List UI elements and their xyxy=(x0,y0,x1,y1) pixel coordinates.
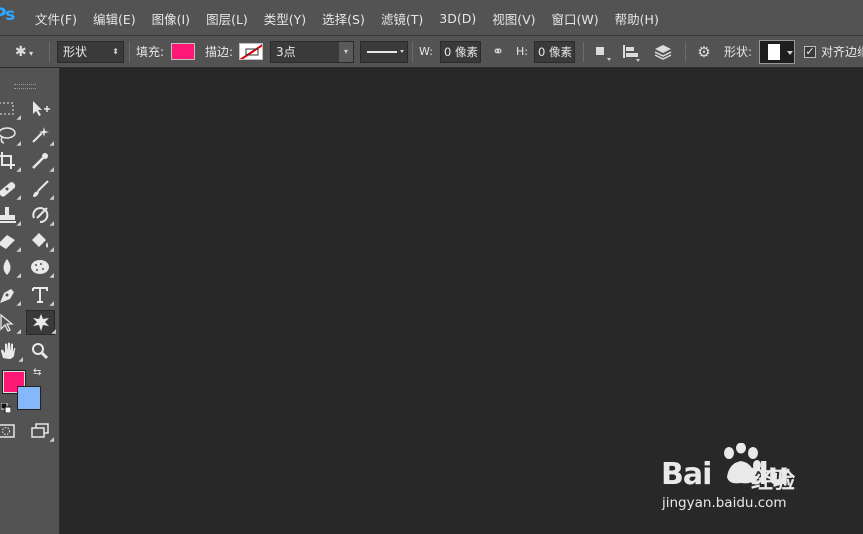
menu-3d[interactable]: 3D(D) xyxy=(439,11,476,26)
quick-mask-icon[interactable] xyxy=(0,420,19,442)
brush-tool-icon[interactable]: ◢ xyxy=(28,178,54,201)
swap-colors-icon[interactable]: ⇆ xyxy=(33,367,41,378)
custom-shape-tool-preset-icon[interactable]: ✱ ▾ xyxy=(8,41,40,63)
shape-picker[interactable] xyxy=(759,40,795,64)
divider xyxy=(583,42,584,62)
menu-filter[interactable]: 滤镜(T) xyxy=(381,9,423,28)
path-selection-tool-icon[interactable]: ◢ xyxy=(0,312,21,335)
hand-tool-icon[interactable]: ◢ xyxy=(0,340,23,363)
menu-edit[interactable]: 编辑(E) xyxy=(93,9,136,28)
background-color-swatch[interactable] xyxy=(17,386,41,410)
stroke-color-swatch[interactable] xyxy=(239,43,263,60)
stroke-label: 描边: xyxy=(205,45,234,59)
screen-mode-icon[interactable]: ◢ xyxy=(28,420,54,443)
lasso-tool-icon[interactable]: ◢ xyxy=(0,124,21,147)
eraser-tool-icon[interactable]: ◢ xyxy=(0,230,21,253)
options-bar: ✱ ▾ 形状 ⬍ 填充: 描边: 3点 ▾ W: 0 像素 ⚭ H: 0 像素 … xyxy=(0,36,863,68)
sponge-tool-icon[interactable]: ◢ xyxy=(28,256,54,279)
app-logo: Ps xyxy=(0,5,15,25)
marquee-tool-icon[interactable]: ◢ xyxy=(0,98,21,121)
menu-select[interactable]: 选择(S) xyxy=(322,9,365,28)
stroke-width-value: 3点 xyxy=(276,45,296,59)
blur-tool-icon[interactable]: ◢ xyxy=(0,256,21,279)
shape-label: 形状: xyxy=(724,45,753,59)
height-field[interactable]: 0 像素 xyxy=(534,41,575,63)
divider xyxy=(412,42,413,62)
rectangle-shape-icon xyxy=(768,44,793,60)
crop-tool-icon[interactable]: ◢ xyxy=(0,150,21,173)
divider xyxy=(685,42,686,62)
divider xyxy=(129,42,130,62)
path-alignment-icon[interactable] xyxy=(620,41,642,63)
width-label: W: xyxy=(419,45,433,58)
pen-tool-icon[interactable]: ◢ xyxy=(0,284,21,307)
align-edges-label: 对齐边缘 xyxy=(821,45,863,59)
zoom-tool-icon[interactable] xyxy=(28,340,52,362)
tool-mode-select[interactable]: 形状 ⬍ xyxy=(57,41,124,63)
fill-color-swatch[interactable] xyxy=(171,43,195,60)
menu-layer[interactable]: 图层(L) xyxy=(206,9,248,28)
menu-window[interactable]: 窗口(W) xyxy=(552,9,599,28)
default-colors-icon[interactable] xyxy=(0,402,12,414)
menu-view[interactable]: 视图(V) xyxy=(492,9,535,28)
magic-wand-tool-icon[interactable]: ◢ xyxy=(28,124,54,147)
align-edges-checkbox[interactable]: ✓ xyxy=(804,46,816,58)
paint-bucket-tool-icon[interactable]: ◢ xyxy=(28,230,54,253)
menu-image[interactable]: 图像(I) xyxy=(152,9,190,28)
menu-list: 文件(F) 编辑(E) 图像(I) 图层(L) 类型(Y) 选择(S) 滤镜(T… xyxy=(35,0,675,36)
menu-bar: Ps 文件(F) 编辑(E) 图像(I) 图层(L) 类型(Y) 选择(S) 滤… xyxy=(0,0,863,36)
gear-icon[interactable]: ⚙ xyxy=(693,41,715,63)
type-tool-icon[interactable]: ◢ xyxy=(28,284,54,307)
divider xyxy=(49,42,50,62)
custom-shape-tool-icon[interactable]: ◢ xyxy=(26,310,56,335)
fill-label: 填充: xyxy=(136,45,165,59)
width-field[interactable]: 0 像素 xyxy=(440,41,481,63)
menu-file[interactable]: 文件(F) xyxy=(35,9,77,28)
stroke-line-icon xyxy=(367,50,404,53)
panel-grip xyxy=(14,84,36,89)
no-color-icon xyxy=(240,44,262,59)
watermark-url: jingyan.baidu.com xyxy=(662,495,787,511)
link-icon[interactable]: ⚭ xyxy=(487,41,509,63)
path-arrangement-icon[interactable] xyxy=(651,41,675,63)
path-operations-icon[interactable] xyxy=(591,41,613,63)
chevron-down-icon: ▾ xyxy=(339,42,353,62)
height-label: H: xyxy=(516,45,528,58)
baidu-jingyan-watermark: Bai du 经验 jingyan.baidu.com xyxy=(661,443,841,523)
move-tool-icon[interactable] xyxy=(28,98,52,120)
updown-icon: ⬍ xyxy=(112,47,119,56)
tools-panel: ◢ ◢ ◢ ◢ ◢ ◢ ◢ ◢ ◢ ◢ ◢ ◢ ◢ ◢ ◢ ◢ ◢ ◢ ⇆ ◢ xyxy=(0,68,60,534)
menu-help[interactable]: 帮助(H) xyxy=(615,9,659,28)
history-brush-tool-icon[interactable]: ◢ xyxy=(28,204,54,227)
stroke-type-select[interactable] xyxy=(360,41,408,63)
eyedropper-tool-icon[interactable]: ◢ xyxy=(28,150,54,173)
stroke-width-field[interactable]: 3点 ▾ xyxy=(270,41,354,63)
healing-brush-tool-icon[interactable]: ◢ xyxy=(0,178,21,201)
tool-mode-value: 形状 xyxy=(63,45,88,59)
watermark-product: 经验 xyxy=(751,469,796,494)
menu-type[interactable]: 类型(Y) xyxy=(264,9,306,28)
clone-stamp-tool-icon[interactable]: ◢ xyxy=(0,204,21,227)
